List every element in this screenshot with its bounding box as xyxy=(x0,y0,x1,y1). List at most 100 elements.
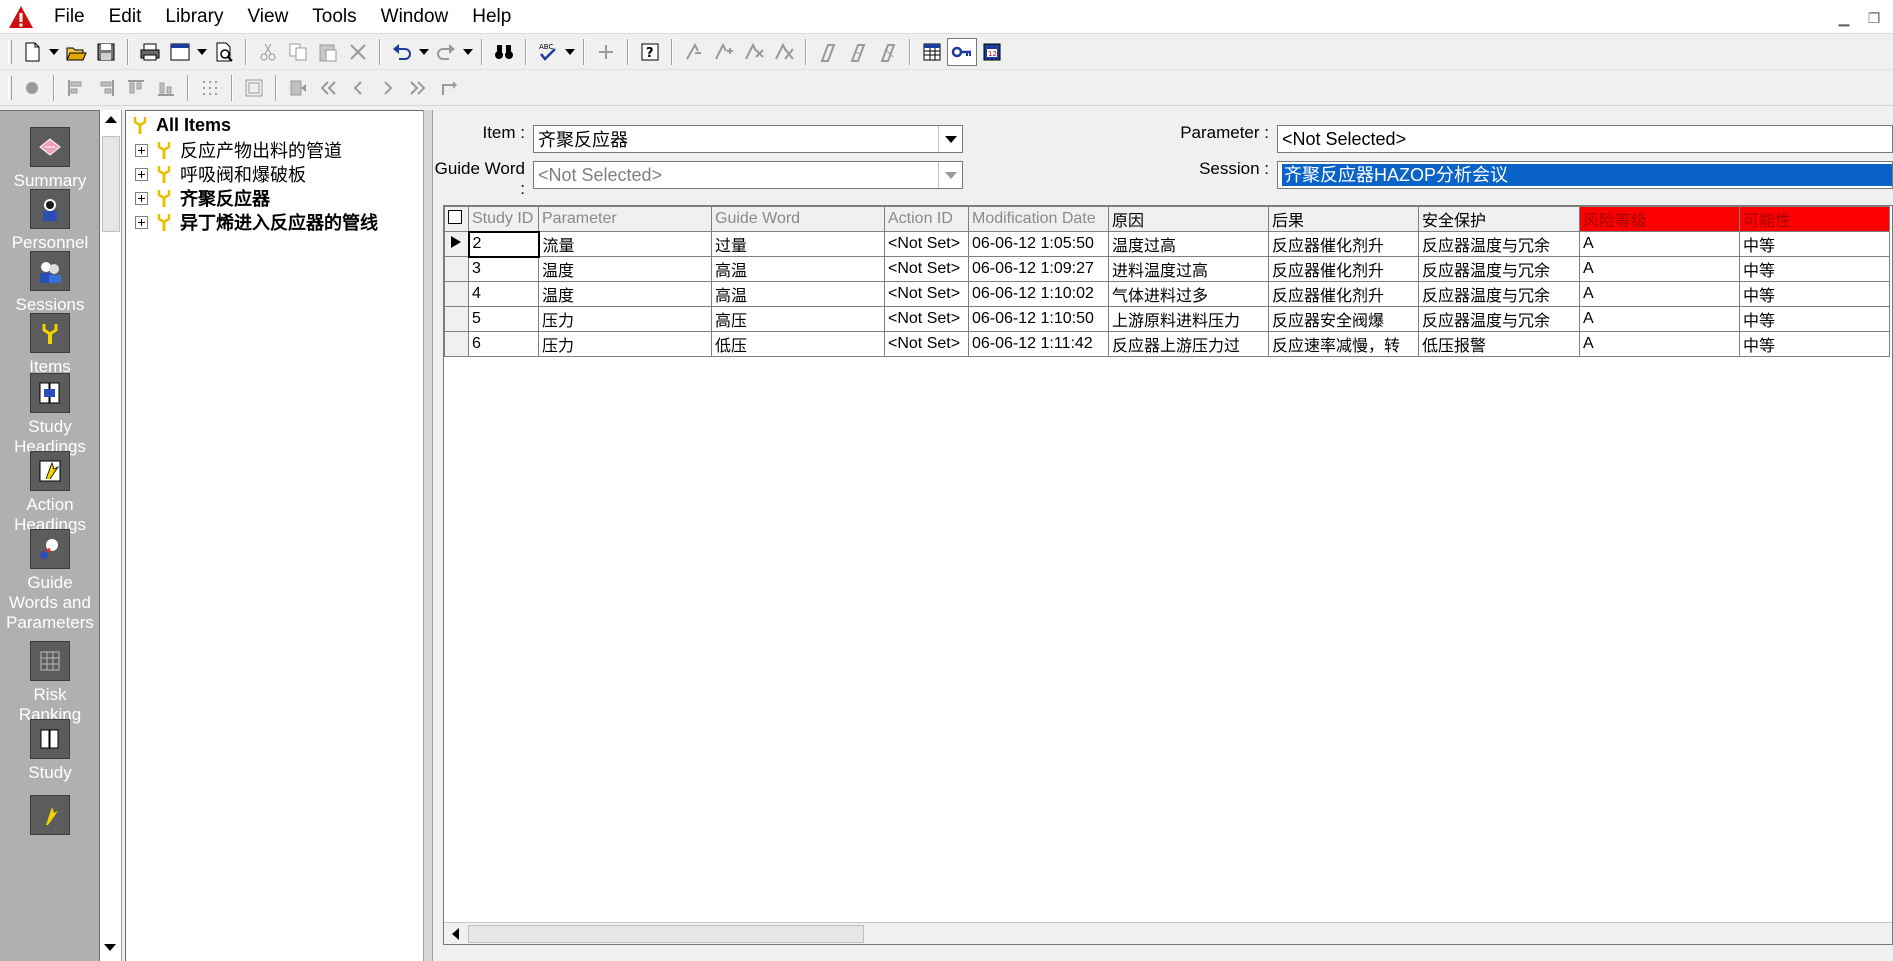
table-cell[interactable]: 中等 xyxy=(1739,306,1890,332)
menu-library[interactable]: Library xyxy=(153,0,235,34)
toolbar-grip[interactable] xyxy=(8,40,12,64)
table-cell[interactable]: 中等 xyxy=(1739,231,1890,257)
unlink-all-icon[interactable] xyxy=(769,38,799,66)
unlink-icon[interactable] xyxy=(739,38,769,66)
table-row[interactable]: 5 压力 高压 <Not Set> 06-06-12 1:10:50 上游原料进料压力 反应… xyxy=(444,306,1890,332)
filter-clear-icon[interactable] xyxy=(873,38,903,66)
horizontal-scrollbar[interactable] xyxy=(444,922,1892,944)
redo-icon[interactable] xyxy=(431,38,461,66)
table-cell[interactable]: <Not Set> xyxy=(884,331,969,357)
page-setup-icon[interactable] xyxy=(165,38,195,66)
table-cell[interactable]: 反应器温度与冗余 xyxy=(1418,256,1580,282)
chevron-down-icon[interactable] xyxy=(938,126,962,152)
chevron-down-icon[interactable] xyxy=(47,38,61,66)
column-header[interactable]: Guide Word xyxy=(711,206,885,232)
print-preview-icon[interactable] xyxy=(209,38,239,66)
table-cell[interactable]: 进料温度过高 xyxy=(1108,256,1269,282)
align-left-icon[interactable] xyxy=(61,74,91,102)
table-cell[interactable]: 06-06-12 1:11:42 xyxy=(968,331,1109,357)
table-cell[interactable]: 高压 xyxy=(711,306,885,332)
table-cell[interactable]: A xyxy=(1579,306,1740,332)
parameter-select[interactable]: <Not Selected> xyxy=(1277,125,1893,153)
align-bottom-icon[interactable] xyxy=(151,74,181,102)
table-cell[interactable]: 反应器催化剂升 xyxy=(1268,256,1419,282)
expand-icon[interactable] xyxy=(135,167,148,181)
column-header[interactable]: Action ID xyxy=(884,206,969,232)
tree-item[interactable]: 反应产物出料的管道 xyxy=(135,138,342,162)
table-cell[interactable]: 反应器安全阀爆 xyxy=(1268,306,1419,332)
table-cell[interactable]: 6 xyxy=(468,331,539,357)
copy-icon[interactable] xyxy=(283,38,313,66)
column-header[interactable]: 后果 xyxy=(1268,206,1419,232)
table-cell[interactable]: 温度过高 xyxy=(1108,231,1269,257)
chevron-down-icon[interactable] xyxy=(195,38,209,66)
row-selector[interactable] xyxy=(444,281,469,307)
insert-record-icon[interactable] xyxy=(283,74,313,102)
form-layout-icon[interactable] xyxy=(239,74,269,102)
pane-splitter[interactable] xyxy=(423,110,433,961)
column-header[interactable]: 安全保护 xyxy=(1418,206,1580,232)
menu-file[interactable]: File xyxy=(42,0,97,34)
grid-dots-icon[interactable] xyxy=(195,74,225,102)
align-top-icon[interactable] xyxy=(121,74,151,102)
paste-icon[interactable] xyxy=(313,38,343,66)
table-cell[interactable]: 低压 xyxy=(711,331,885,357)
table-cell[interactable]: 反应器催化剂升 xyxy=(1268,281,1419,307)
first-record-icon[interactable] xyxy=(313,74,343,102)
table-cell[interactable]: <Not Set> xyxy=(884,231,969,257)
table-cell[interactable]: 06-06-12 1:10:50 xyxy=(968,306,1109,332)
table-row[interactable]: 2 流量 过量 <Not Set> 06-06-12 1:05:50 温度过高 反应器催化剂… xyxy=(444,230,1890,258)
find-binoculars-icon[interactable] xyxy=(489,38,519,66)
minimize-icon[interactable]: ▁ xyxy=(1833,8,1855,28)
table-cell[interactable]: 低压报警 xyxy=(1418,331,1580,357)
scroll-down-icon[interactable] xyxy=(100,937,120,957)
expand-icon[interactable] xyxy=(135,143,148,157)
align-right-icon[interactable] xyxy=(91,74,121,102)
table-cell[interactable]: 中等 xyxy=(1739,256,1890,282)
item-select[interactable]: 齐聚反应器 xyxy=(533,125,963,153)
restore-icon[interactable]: ❐ xyxy=(1863,8,1885,28)
column-header[interactable]: Parameter xyxy=(538,206,712,232)
key-icon[interactable] xyxy=(947,38,977,66)
chevron-down-icon[interactable] xyxy=(938,162,962,188)
previous-record-icon[interactable] xyxy=(343,74,373,102)
delete-icon[interactable] xyxy=(343,38,373,66)
undo-icon[interactable] xyxy=(387,38,417,66)
table-cell[interactable]: 反应器上游压力过 xyxy=(1108,331,1269,357)
nav-study-headings[interactable]: Study Headings xyxy=(0,373,99,457)
table-cell[interactable]: 过量 xyxy=(711,231,885,257)
open-folder-icon[interactable] xyxy=(61,38,91,66)
column-header[interactable]: Modification Date xyxy=(968,206,1109,232)
nav-personnel[interactable]: Personnel xyxy=(0,189,99,253)
table-cell[interactable]: <Not Set> xyxy=(884,306,969,332)
scroll-up-icon[interactable] xyxy=(101,110,121,130)
table-cell[interactable]: 高温 xyxy=(711,281,885,307)
column-header[interactable]: Study ID xyxy=(468,206,539,232)
table-cell[interactable]: 高温 xyxy=(711,256,885,282)
filter-icon[interactable] xyxy=(813,38,843,66)
table-cell[interactable]: 4 xyxy=(468,281,539,307)
table-cell[interactable]: 温度 xyxy=(538,256,712,282)
cut-icon[interactable] xyxy=(253,38,283,66)
link-multi-icon[interactable] xyxy=(709,38,739,66)
nav-sessions[interactable]: Sessions xyxy=(0,251,99,315)
menu-edit[interactable]: Edit xyxy=(97,0,154,34)
table-cell[interactable]: <Not Set> xyxy=(884,256,969,282)
menu-help[interactable]: Help xyxy=(460,0,523,34)
record-icon[interactable] xyxy=(17,74,47,102)
column-header[interactable]: 可能性 xyxy=(1739,206,1890,232)
table-cell[interactable]: 2 xyxy=(467,230,540,258)
table-cell[interactable]: 中等 xyxy=(1739,281,1890,307)
table-row[interactable]: 6 压力 低压 <Not Set> 06-06-12 1:11:42 反应器上游压力过 反应… xyxy=(444,331,1890,357)
row-selector[interactable] xyxy=(444,306,469,332)
column-header[interactable]: 风险等级 xyxy=(1579,206,1740,232)
table-cell[interactable]: 压力 xyxy=(538,306,712,332)
nav-items[interactable]: Items xyxy=(0,313,99,377)
expand-icon[interactable] xyxy=(135,191,148,205)
table-cell[interactable]: 5 xyxy=(468,306,539,332)
tree-item[interactable]: 齐聚反应器 xyxy=(135,186,270,210)
nav-summary[interactable]: Summary xyxy=(0,127,99,191)
table-cell[interactable]: 反应器催化剂升 xyxy=(1268,231,1419,257)
table-cell[interactable]: A xyxy=(1579,256,1740,282)
filter-edit-icon[interactable] xyxy=(843,38,873,66)
